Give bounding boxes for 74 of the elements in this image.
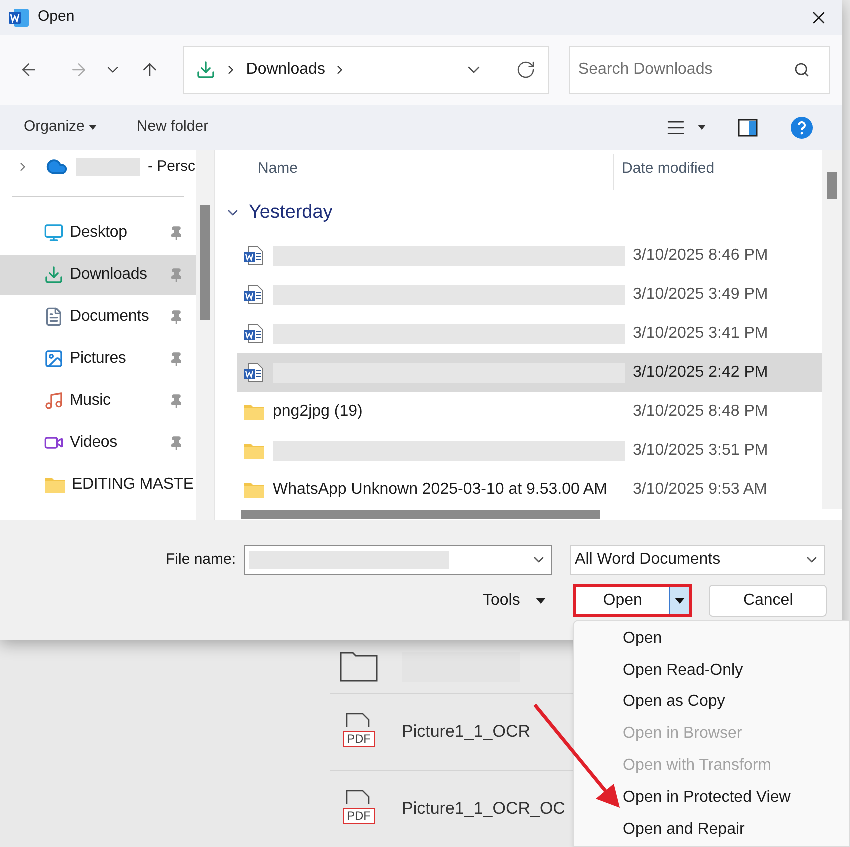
column-header[interactable]: Name: [237, 158, 613, 180]
file-name: WhatsApp Unknown 2025-03-10 at 9.53.00 AM: [273, 480, 608, 500]
folder-icon: [243, 442, 265, 460]
address-bar[interactable]: Downloads: [183, 46, 550, 94]
date-modified: 3/10/2025 8:46 PM: [633, 246, 768, 266]
scrollbar-thumb[interactable]: [200, 205, 210, 320]
document-icon: [44, 307, 64, 327]
file-name-field[interactable]: [244, 545, 552, 575]
file-row[interactable]: 3/10/2025 2:42 PM: [237, 353, 822, 392]
menu-item[interactable]: Open and Repair: [574, 814, 849, 846]
sidebar-item[interactable]: Documents: [0, 297, 196, 337]
scrollbar-thumb[interactable]: [827, 172, 837, 199]
caret-icon: [88, 125, 97, 130]
scrollbar-thumb[interactable]: [241, 510, 600, 519]
file-type-dropdown[interactable]: All Word Documents: [570, 545, 826, 575]
date-modified: 3/10/2025 9:53 AM: [633, 480, 768, 500]
file-name: Picture1_1_OCR_OC: [402, 798, 566, 820]
menu-item[interactable]: Open as Copy: [574, 686, 849, 718]
download-icon: [44, 265, 64, 285]
desktop-icon: [44, 223, 64, 243]
redacted-block: [76, 158, 140, 176]
word-document-icon: [243, 284, 265, 306]
menu-item[interactable]: Open: [574, 623, 849, 655]
folder-icon: [44, 476, 66, 494]
sidebar-item[interactable]: Downloads: [0, 255, 196, 295]
music-icon: [44, 391, 64, 411]
group-header[interactable]: Yesterday: [225, 190, 822, 236]
open-split-button[interactable]: Open: [573, 584, 692, 617]
file-row[interactable]: 3/10/2025 3:51 PM: [237, 431, 822, 470]
date-modified: 3/10/2025 3:49 PM: [633, 284, 768, 304]
file-name: Picture1_1_OCR: [402, 721, 531, 744]
word-document-icon: [243, 244, 265, 266]
date-modified: 3/10/2025 3:51 PM: [633, 440, 768, 460]
file-name: png2jpg (19): [273, 402, 363, 422]
tools-menu-button[interactable]: Tools: [483, 584, 546, 616]
column-header[interactable]: Date modified: [614, 158, 715, 180]
date-modified: 3/10/2025 2:42 PM: [633, 362, 768, 382]
menu-item[interactable]: Open in Protected View: [574, 782, 849, 814]
sidebar-item[interactable]: Desktop: [0, 213, 196, 253]
caret-icon[interactable]: [698, 125, 706, 130]
window-title: Open: [38, 7, 75, 28]
sidebar-item[interactable]: EDITING MASTE: [0, 465, 196, 505]
preview-pane-icon[interactable]: [738, 118, 758, 136]
refresh-icon[interactable]: [516, 60, 536, 80]
file-row[interactable]: 3/10/2025 3:41 PM: [237, 314, 822, 353]
cancel-button[interactable]: Cancel: [709, 584, 828, 616]
word-logo-icon: [8, 8, 30, 28]
word-document-icon: [243, 322, 265, 344]
folder-icon: [243, 402, 265, 420]
search-icon: [794, 62, 810, 78]
folder-outline-icon: [340, 652, 378, 682]
download-icon: [196, 60, 216, 80]
file-name-label: File name:: [166, 550, 236, 570]
picture-icon: [44, 349, 64, 369]
menu-item[interactable]: Open Read-Only: [574, 654, 849, 687]
file-row[interactable]: png2jpg (19) 3/10/2025 8:48 PM: [237, 392, 822, 431]
file-row[interactable]: WhatsApp Unknown 2025-03-10 at 9.53.00 AM 3/10/2025 9:53 AM: [237, 470, 822, 509]
date-modified: 3/10/2025 8:48 PM: [633, 402, 768, 422]
cloud-drive-label: - Persc: [148, 156, 196, 177]
word-document-icon: [243, 362, 265, 384]
breadcrumb-item[interactable]: Downloads: [246, 58, 326, 82]
file-row[interactable]: 3/10/2025 8:46 PM: [237, 236, 822, 275]
cloud-drive-item[interactable]: - Persc: [0, 152, 196, 182]
new-folder-button[interactable]: New folder: [136, 116, 209, 139]
sidebar-item[interactable]: Videos: [0, 423, 196, 463]
sidebar-item[interactable]: Music: [0, 381, 196, 421]
sidebar-item[interactable]: Pictures: [0, 339, 196, 379]
help-icon[interactable]: [790, 116, 814, 140]
folder-icon: [243, 480, 265, 498]
date-modified: 3/10/2025 3:41 PM: [633, 324, 768, 344]
caret-icon: [536, 598, 546, 604]
search-field[interactable]: Search Downloads: [569, 46, 830, 94]
file-row[interactable]: 3/10/2025 3:49 PM: [237, 275, 822, 314]
organize-menu-button[interactable]: Organize: [24, 116, 97, 139]
